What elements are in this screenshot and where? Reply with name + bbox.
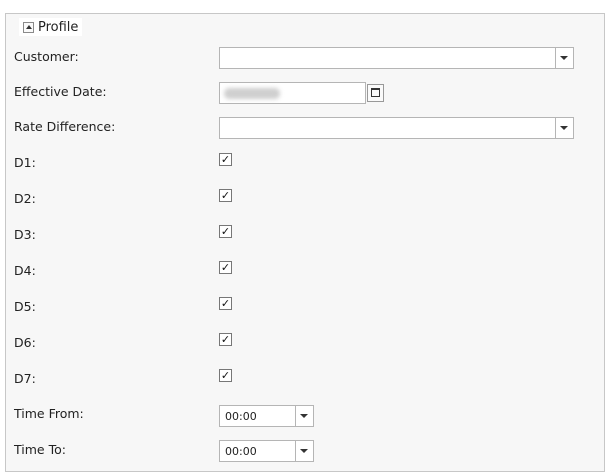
chevron-down-icon[interactable] bbox=[295, 406, 313, 426]
d2-label: D2: bbox=[14, 191, 36, 206]
customer-dropdown[interactable] bbox=[219, 47, 574, 69]
d3-label: D3: bbox=[14, 227, 36, 242]
d4-checkbox[interactable]: ✓ bbox=[219, 261, 232, 274]
d5-checkbox[interactable]: ✓ bbox=[219, 297, 232, 310]
rate-difference-label: Rate Difference: bbox=[14, 119, 116, 134]
effective-date-input[interactable] bbox=[219, 82, 366, 104]
time-from-label: Time From: bbox=[14, 406, 84, 421]
time-from-dropdown[interactable]: 00:00 bbox=[219, 405, 314, 427]
d1-label: D1: bbox=[14, 155, 36, 170]
chevron-down-icon[interactable] bbox=[555, 48, 573, 68]
collapse-icon[interactable] bbox=[23, 21, 34, 33]
time-from-value: 00:00 bbox=[225, 410, 257, 423]
chevron-down-icon[interactable] bbox=[555, 118, 573, 138]
customer-label: Customer: bbox=[14, 49, 79, 64]
d7-label: D7: bbox=[14, 371, 36, 386]
time-to-label: Time To: bbox=[14, 442, 66, 457]
d4-label: D4: bbox=[14, 263, 36, 278]
rate-difference-dropdown[interactable] bbox=[219, 117, 574, 139]
date-value-redacted bbox=[224, 88, 280, 99]
time-to-dropdown[interactable]: 00:00 bbox=[219, 440, 314, 462]
d6-label: D6: bbox=[14, 335, 36, 350]
time-to-value: 00:00 bbox=[225, 445, 257, 458]
d3-checkbox[interactable]: ✓ bbox=[219, 225, 232, 238]
calendar-button[interactable] bbox=[367, 84, 384, 102]
d2-checkbox[interactable]: ✓ bbox=[219, 189, 232, 202]
calendar-icon bbox=[371, 88, 380, 97]
profile-legend: Profile bbox=[19, 18, 83, 36]
d5-label: D5: bbox=[14, 299, 36, 314]
d7-checkbox[interactable]: ✓ bbox=[219, 369, 232, 382]
effective-date-label: Effective Date: bbox=[14, 84, 107, 99]
d1-checkbox[interactable]: ✓ bbox=[219, 153, 232, 166]
profile-legend-text: Profile bbox=[38, 19, 79, 35]
d6-checkbox[interactable]: ✓ bbox=[219, 333, 232, 346]
chevron-down-icon[interactable] bbox=[295, 441, 313, 461]
